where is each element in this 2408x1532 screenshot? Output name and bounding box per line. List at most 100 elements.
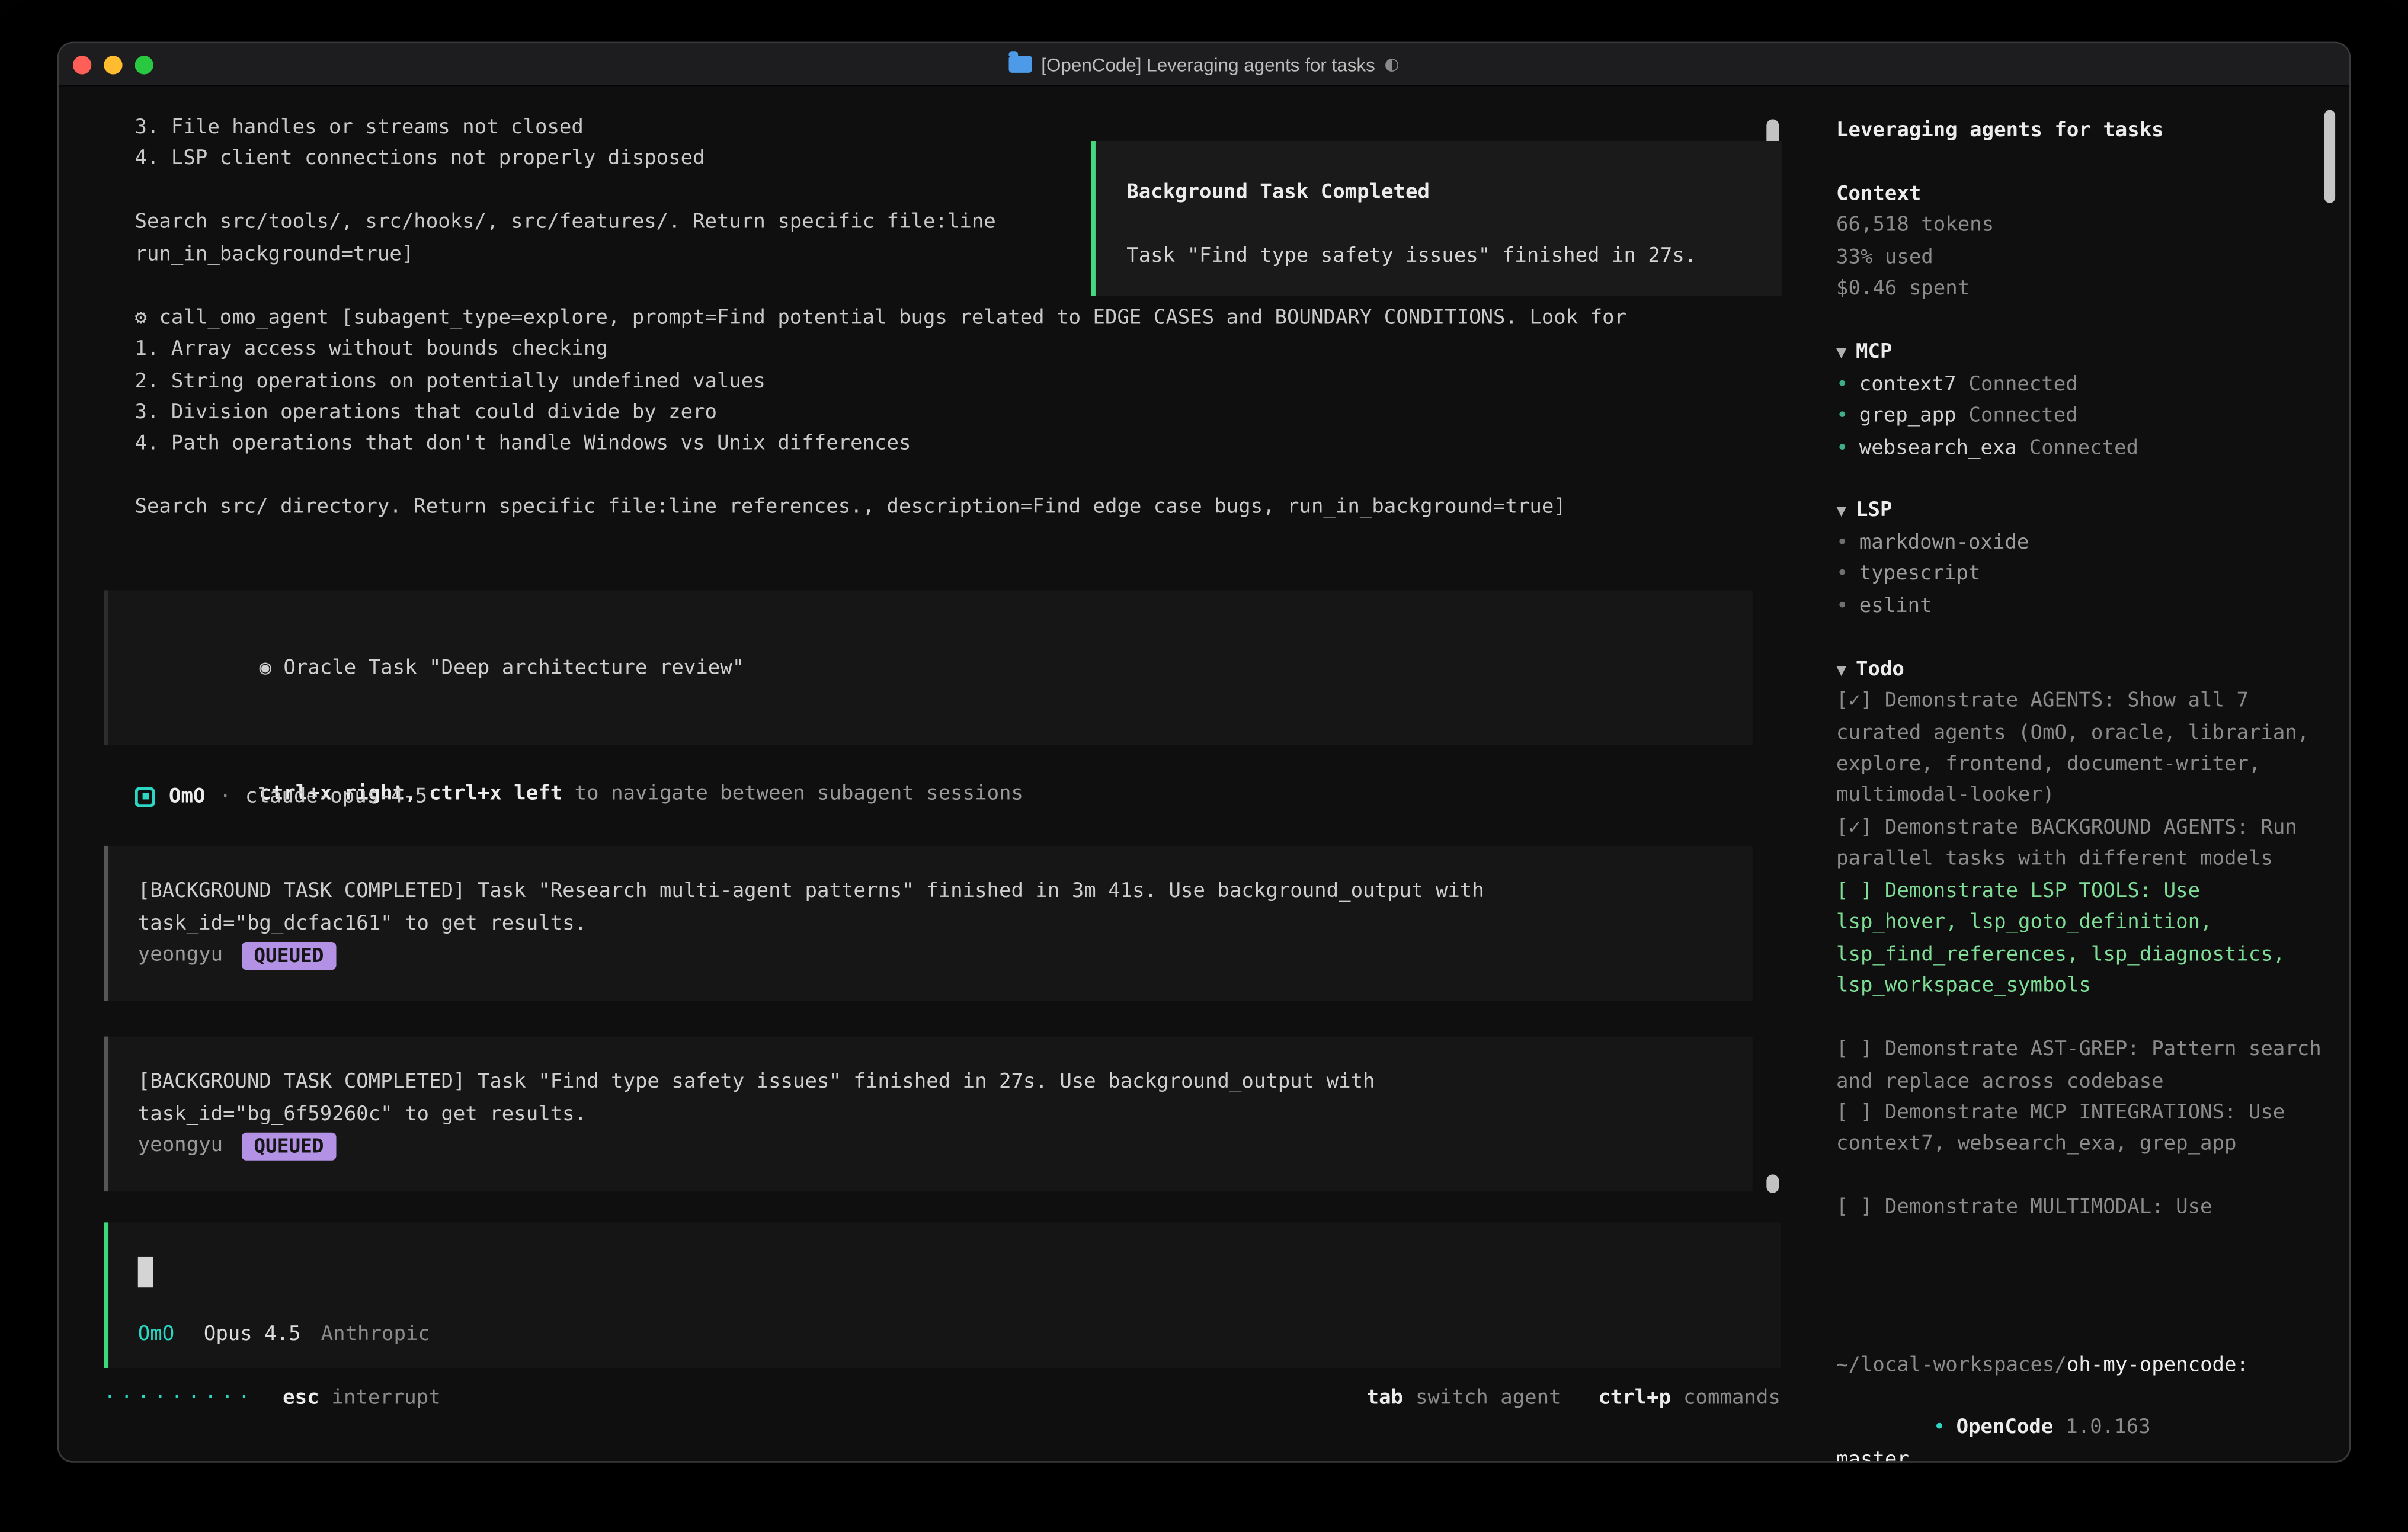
- prompt-input[interactable]: OmO Opus 4.5 Anthropic: [104, 1222, 1781, 1368]
- input-model-label: Opus 4.5: [204, 1323, 301, 1346]
- mcp-name: websearch_exa: [1859, 436, 2017, 459]
- todo-heading: Todo: [1856, 658, 1904, 681]
- oracle-task-title: Oracle Task "Deep architecture review": [283, 657, 744, 680]
- agent-name: OmO: [169, 785, 205, 808]
- session-title: Leveraging agents for tasks: [1836, 116, 2327, 148]
- key-tab: tab: [1367, 1383, 1403, 1414]
- message-line: [BACKGROUND TASK COMPLETED] Task "Resear…: [138, 877, 1722, 909]
- agent-header: OmO · claude-opus-4-5: [135, 781, 428, 812]
- message-author: yeongyu: [138, 1131, 223, 1163]
- scrollback-line: [135, 464, 1627, 496]
- message-line: [BACKGROUND TASK COMPLETED] Task "Find t…: [138, 1068, 1722, 1100]
- lsp-name: eslint: [1859, 595, 1932, 618]
- lsp-name: markdown-oxide: [1859, 531, 2029, 555]
- mcp-status: Connected: [2029, 436, 2138, 459]
- todo-item-lsp-tools: [ ] Demonstrate LSP TOOLS: Use lsp_hover…: [1836, 877, 2327, 1004]
- scrollback-line: 4. Path operations that don't handle Win…: [135, 433, 1627, 464]
- context-heading: Context: [1836, 182, 1921, 206]
- message-line: task_id="bg_dcfac161" to get results.: [138, 909, 1722, 941]
- mcp-name: grep_app: [1859, 405, 1956, 428]
- context-spent: $0.46 spent: [1836, 275, 2327, 306]
- bullet-icon: •: [1836, 531, 1848, 555]
- spinner-dots: ·········: [104, 1383, 255, 1414]
- window-controls: [73, 56, 153, 74]
- session-state-icon: ◐: [1384, 55, 1399, 75]
- screen: [OpenCode] Leveraging agents for tasks ◐…: [0, 0, 2408, 1532]
- oracle-task-icon: ◉: [259, 657, 283, 680]
- message-line: task_id="bg_6f59260c" to get results.: [138, 1099, 1722, 1131]
- todo-item-agents: [✓] Demonstrate AGENTS: Show all 7 curat…: [1836, 687, 2327, 813]
- app-name: OpenCode: [1956, 1416, 2054, 1440]
- agent-checkbox-icon: [135, 786, 155, 806]
- app-version-footer: • OpenCode 1.0.163: [1836, 1382, 2151, 1463]
- scrollbar-thumb-bottom[interactable]: [1766, 1174, 1779, 1193]
- background-task-message: [BACKGROUND TASK COMPLETED] Task "Find t…: [104, 1037, 1753, 1192]
- mcp-item: •grep_appConnected: [1836, 401, 2327, 432]
- bullet-icon: •: [1836, 563, 1848, 586]
- todo-heading-row[interactable]: ▼ Todo: [1836, 655, 2327, 686]
- terminal-window: [OpenCode] Leveraging agents for tasks ◐…: [57, 42, 2351, 1463]
- lsp-name: typescript: [1859, 563, 1981, 586]
- lsp-heading: LSP: [1856, 499, 1892, 523]
- zoom-button[interactable]: [135, 56, 153, 74]
- chevron-down-icon: ▼: [1836, 501, 1846, 521]
- sidebar-scrollbar-thumb[interactable]: [2324, 110, 2335, 203]
- close-button[interactable]: [73, 56, 91, 74]
- chevron-down-icon: ▼: [1836, 659, 1846, 680]
- chevron-down-icon: ▼: [1836, 342, 1846, 363]
- minimize-button[interactable]: [104, 56, 122, 74]
- key-ctrlp-label: commands: [1683, 1383, 1781, 1414]
- message-author: yeongyu: [138, 940, 223, 972]
- toast-title: Background Task Completed: [1126, 178, 1751, 209]
- model-row: OmO Opus 4.5 Anthropic: [138, 1320, 430, 1351]
- lsp-section: ▼ LSP • markdown-oxide • typescript • eslint: [1836, 496, 2327, 623]
- bullet-icon: •: [1836, 436, 1848, 459]
- mcp-heading-row[interactable]: ▼ MCP: [1836, 338, 2327, 369]
- context-section: Context 66,518 tokens 33% used $0.46 spe…: [1836, 180, 2327, 306]
- status-bar: ········· esc interrupt tab switch agent…: [104, 1383, 1781, 1414]
- todo-item-background-agents: [✓] Demonstrate BACKGROUND AGENTS: Run p…: [1836, 813, 2327, 877]
- key-esc-label: interrupt: [331, 1383, 440, 1414]
- key-esc: esc: [283, 1383, 319, 1414]
- bullet-icon: •: [1933, 1416, 1945, 1440]
- lsp-heading-row[interactable]: ▼ LSP: [1836, 496, 2327, 528]
- scrollback-line-tool-call: ⚙ call_omo_agent [subagent_type=explore,…: [135, 306, 1627, 338]
- agent-separator: ·: [219, 785, 231, 808]
- subagent-nav-description: to navigate between subagent sessions: [562, 783, 1023, 806]
- toast-body: Task "Find type safety issues" finished …: [1126, 242, 1751, 273]
- context-used: 33% used: [1836, 243, 2327, 274]
- bullet-icon: •: [1836, 595, 1848, 618]
- todo-item-multimodal: [ ] Demonstrate MULTIMODAL: Use: [1836, 1194, 2327, 1225]
- lsp-item: • eslint: [1836, 591, 2327, 623]
- window-titlebar[interactable]: [OpenCode] Leveraging agents for tasks ◐: [59, 43, 2349, 86]
- mcp-heading: MCP: [1856, 341, 1892, 364]
- app-version: 1.0.163: [2066, 1416, 2150, 1440]
- context-tokens: 66,518 tokens: [1836, 211, 2327, 243]
- scrollback-line: 1. Array access without bounds checking: [135, 338, 1627, 369]
- lsp-item: • typescript: [1836, 560, 2327, 591]
- workspace-repo: oh-my-opencode:: [2067, 1354, 2249, 1377]
- terminal-main-pane[interactable]: 3. File handles or streams not closed 4.…: [59, 86, 1810, 1462]
- input-provider-label: Anthropic: [321, 1323, 430, 1346]
- bullet-icon: •: [1836, 405, 1848, 428]
- queued-badge: QUEUED: [241, 1133, 336, 1161]
- sidebar: Leveraging agents for tasks Context 66,5…: [1810, 86, 2351, 1462]
- lsp-item: • markdown-oxide: [1836, 528, 2327, 559]
- mcp-section: ▼MCP •context7Connected •grep_appConnect…: [1836, 338, 2327, 464]
- agent-model: claude-opus-4-5: [245, 785, 427, 808]
- todo-item-ast-grep: [ ] Demonstrate AST-GREP: Pattern search…: [1836, 1035, 2327, 1098]
- background-task-message: [BACKGROUND TASK COMPLETED] Task "Resear…: [104, 846, 1753, 1001]
- bullet-icon: •: [1836, 373, 1848, 396]
- todo-item-mcp-integrations: [ ] Demonstrate MCP INTEGRATIONS: Use co…: [1836, 1098, 2327, 1162]
- text-cursor: [138, 1257, 153, 1287]
- key-tab-label: switch agent: [1416, 1383, 1561, 1414]
- window-title: [OpenCode] Leveraging agents for tasks: [1041, 53, 1375, 75]
- background-task-toast[interactable]: Background Task Completed Task "Find typ…: [1091, 141, 1782, 296]
- scrollback-line: Search src/ directory. Return specific f…: [135, 496, 1627, 528]
- workspace-path-prefix: ~/local-workspaces/: [1836, 1354, 2067, 1377]
- input-agent-label: OmO: [138, 1323, 174, 1346]
- mcp-name: context7: [1859, 373, 1956, 396]
- todo-section: ▼ Todo [✓] Demonstrate AGENTS: Show all 7…: [1836, 655, 2327, 1225]
- oracle-task-panel: ◉ Oracle Task "Deep architecture review"…: [104, 590, 1753, 745]
- key-ctrlp: ctrl+p: [1598, 1383, 1671, 1414]
